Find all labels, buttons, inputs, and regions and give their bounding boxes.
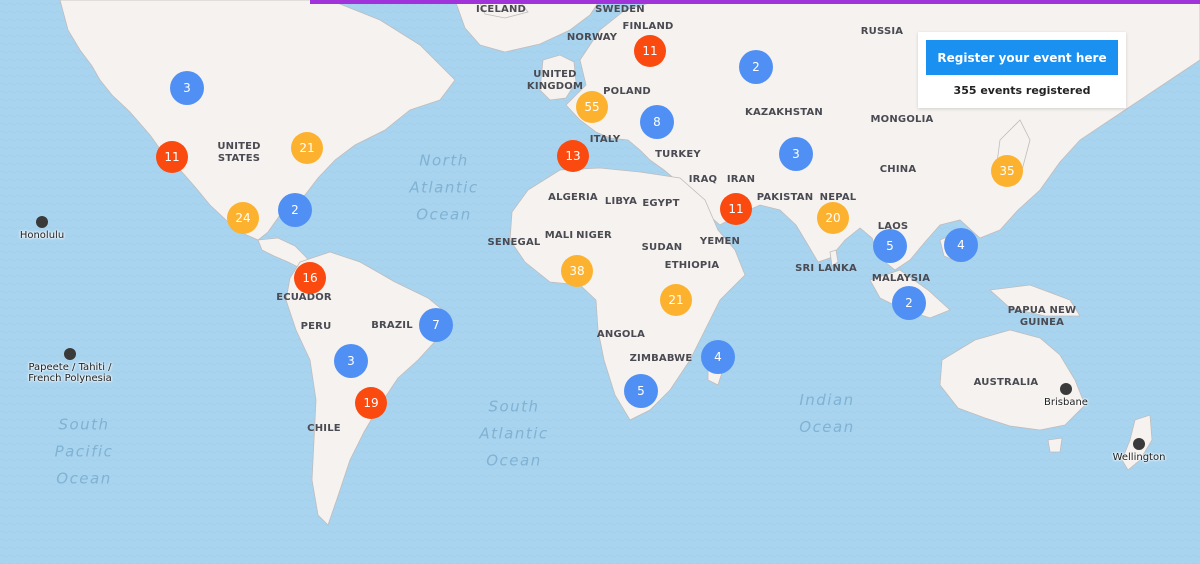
- country-label: ZIMBABWE: [629, 353, 693, 364]
- country-label: ECUADOR: [276, 292, 332, 303]
- country-label: IRAQ: [688, 174, 718, 185]
- country-label: SENEGAL: [487, 237, 541, 248]
- ocean-label: South Atlantic Ocean: [479, 397, 549, 470]
- country-label: LIBYA: [604, 196, 638, 207]
- event-cluster-marker[interactable]: 5: [873, 229, 907, 263]
- country-label: UNITED KINGDOM: [526, 69, 584, 92]
- event-cluster-marker[interactable]: 11: [720, 193, 752, 225]
- event-cluster-marker[interactable]: 3: [779, 137, 813, 171]
- event-cluster-marker[interactable]: 11: [156, 141, 188, 173]
- country-label: MONGOLIA: [870, 114, 934, 125]
- country-label: ANGOLA: [596, 329, 646, 340]
- event-cluster-marker[interactable]: 19: [355, 387, 387, 419]
- event-cluster-marker[interactable]: 38: [561, 255, 593, 287]
- country-label: ITALY: [589, 134, 621, 145]
- event-cluster-marker[interactable]: 21: [291, 132, 323, 164]
- event-cluster-marker[interactable]: 2: [892, 286, 926, 320]
- city-marker-icon[interactable]: [64, 348, 76, 360]
- country-label: CHINA: [879, 164, 917, 175]
- world-map[interactable]: ICELAND SWEDEN FINLAND NORWAY RUSSIA UNITED K…: [0, 0, 1200, 564]
- country-label: ETHIOPIA: [664, 260, 720, 271]
- event-cluster-marker[interactable]: 2: [739, 50, 773, 84]
- city-marker-icon[interactable]: [1133, 438, 1145, 450]
- country-label: ALGERIA: [548, 192, 598, 203]
- city-label: Papeete / Tahiti / French Polynesia: [28, 362, 112, 384]
- country-label: RUSSIA: [860, 26, 904, 37]
- country-label: BRAZIL: [371, 320, 413, 331]
- register-event-button[interactable]: Register your event here: [926, 40, 1118, 75]
- event-cluster-marker[interactable]: 2: [278, 193, 312, 227]
- city-marker-icon[interactable]: [36, 216, 48, 228]
- country-label: MALI: [544, 230, 574, 241]
- landmass-15: [1047, 437, 1063, 453]
- top-accent-bar: [310, 0, 1200, 4]
- events-registered-count: 355 events registered: [953, 84, 1091, 97]
- event-cluster-marker[interactable]: 4: [944, 228, 978, 262]
- country-label: SRI LANKA: [795, 263, 857, 274]
- ocean-label: South Pacific Ocean: [54, 415, 114, 488]
- event-cluster-marker[interactable]: 3: [334, 344, 368, 378]
- event-cluster-marker[interactable]: 35: [991, 155, 1023, 187]
- city-marker-icon[interactable]: [1060, 383, 1072, 395]
- country-label: NORWAY: [566, 32, 618, 43]
- country-label: ICELAND: [475, 4, 527, 15]
- country-label: PAPUA NEW GUINEA: [1007, 305, 1077, 328]
- country-label: EGYPT: [642, 198, 680, 209]
- country-label: MALAYSIA: [871, 273, 931, 284]
- country-label: TURKEY: [655, 149, 701, 160]
- country-label: SWEDEN: [595, 4, 645, 15]
- city-label: Brisbane: [1044, 397, 1088, 408]
- city-label: Wellington: [1112, 452, 1166, 463]
- city-label: Honolulu: [19, 230, 65, 241]
- event-cluster-marker[interactable]: 24: [227, 202, 259, 234]
- event-cluster-marker[interactable]: 8: [640, 105, 674, 139]
- ocean-label: North Atlantic Ocean: [409, 151, 479, 224]
- country-label: NIGER: [576, 230, 612, 241]
- country-label: PERU: [300, 321, 332, 332]
- country-label: IRAN: [726, 174, 756, 185]
- country-label: KAZAKHSTAN: [745, 107, 823, 118]
- event-cluster-marker[interactable]: 11: [634, 35, 666, 67]
- country-label: SUDAN: [641, 242, 683, 253]
- event-cluster-marker[interactable]: 3: [170, 71, 204, 105]
- country-label: AUSTRALIA: [973, 377, 1039, 388]
- country-label: PAKISTAN: [756, 192, 814, 203]
- country-label: YEMEN: [699, 236, 741, 247]
- event-cluster-marker[interactable]: 55: [576, 91, 608, 123]
- ocean-label: Indian Ocean: [799, 391, 855, 436]
- event-cluster-marker[interactable]: 5: [624, 374, 658, 408]
- country-label: FINLAND: [622, 21, 674, 32]
- event-cluster-marker[interactable]: 20: [817, 202, 849, 234]
- event-cluster-marker[interactable]: 16: [294, 262, 326, 294]
- register-panel: Register your event here 355 events regi…: [918, 32, 1126, 108]
- country-label: POLAND: [603, 86, 651, 97]
- country-label: UNITED STATES: [217, 141, 261, 164]
- country-label: CHILE: [307, 423, 341, 434]
- event-cluster-marker[interactable]: 7: [419, 308, 453, 342]
- event-cluster-marker[interactable]: 13: [557, 140, 589, 172]
- event-cluster-marker[interactable]: 21: [660, 284, 692, 316]
- event-cluster-marker[interactable]: 4: [701, 340, 735, 374]
